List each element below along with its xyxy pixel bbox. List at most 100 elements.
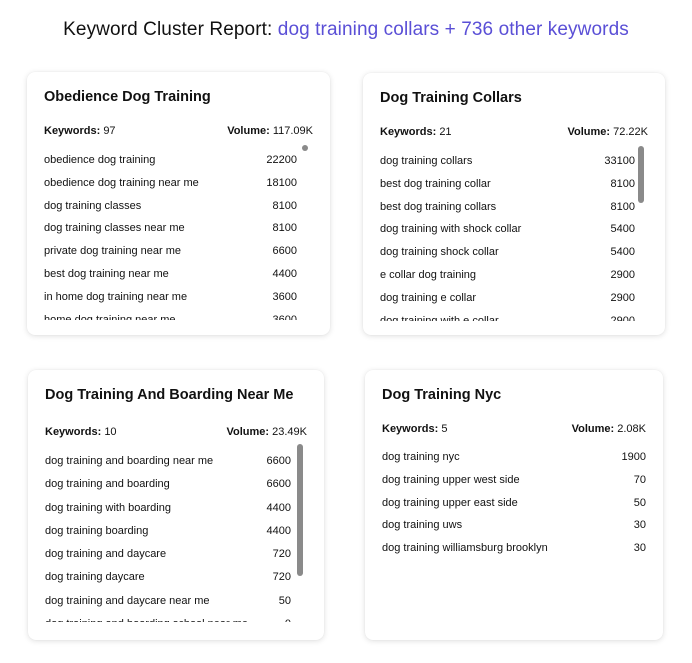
keywords-count: Keywords: 97 <box>44 125 116 137</box>
keyword-volume: 8100 <box>272 199 297 212</box>
keyword-text: dog training daycare <box>45 571 145 584</box>
cluster-stats: Keywords: 21 Volume: 72.22K <box>380 126 648 138</box>
keyword-text: e collar dog training <box>380 268 477 281</box>
keyword-row: dog training classes near me 8100 <box>44 217 297 240</box>
keywords-label: Keywords: <box>44 125 101 137</box>
volume-label: Volume: <box>227 125 270 137</box>
keyword-row: dog training and boarding 6600 <box>45 473 291 496</box>
volume-value: 117.09K <box>272 125 313 137</box>
keyword-row: dog training williamsburg brooklyn 30 <box>382 537 646 560</box>
cluster-stats: Keywords: 10 Volume: 23.49K <box>45 426 307 438</box>
keyword-volume: 720 <box>272 571 291 584</box>
keyword-list[interactable]: obedience dog training 22200 obedience dog… <box>44 149 297 320</box>
keyword-row: obedience dog training near me 18100 <box>44 172 297 195</box>
keyword-volume: 50 <box>633 496 646 509</box>
keyword-volume: 6600 <box>266 478 291 491</box>
keyword-text: best dog training collar <box>380 177 491 190</box>
keyword-volume: 8100 <box>610 200 635 213</box>
keyword-list[interactable]: dog training nyc 1900 dog training upper w… <box>382 446 646 566</box>
keyword-volume: 3600 <box>272 313 297 320</box>
keyword-row: best dog training collar 8100 <box>380 173 635 196</box>
keyword-text: best dog training near me <box>44 267 169 280</box>
volume-total: Volume: 23.49K <box>226 426 307 438</box>
volume-total: Volume: 72.22K <box>567 126 648 138</box>
keyword-row: dog training boarding 4400 <box>45 520 291 543</box>
keyword-text: home dog training near me <box>44 313 176 320</box>
keyword-text: obedience dog training <box>44 154 156 166</box>
cluster-card: Dog Training And Boarding Near Me Keywor… <box>28 370 324 640</box>
keyword-text: dog training classes <box>44 199 142 212</box>
keywords-label: Keywords: <box>380 126 437 138</box>
keyword-row: dog training with boarding 4400 <box>45 497 291 520</box>
keyword-row: dog training with shock collar 5400 <box>380 218 635 241</box>
keyword-text: dog training boarding <box>45 524 149 537</box>
keyword-row: dog training daycare 720 <box>45 566 291 589</box>
volume-label: Volume: <box>567 126 611 138</box>
keyword-row: private dog training near me 6600 <box>44 240 297 263</box>
keyword-volume: 6600 <box>272 245 297 258</box>
keyword-row: dog training with e collar 2900 <box>380 310 635 321</box>
volume-label: Volume: <box>571 423 615 435</box>
keyword-text: dog training collars <box>380 155 473 167</box>
keyword-text: dog training and boarding <box>45 478 170 491</box>
keyword-volume: 3600 <box>272 290 297 303</box>
keyword-row: dog training and boarding near me 6600 <box>45 450 291 473</box>
keyword-volume: 22200 <box>266 154 297 166</box>
keyword-volume: 4400 <box>266 501 291 514</box>
volume-total: Volume: 2.08K <box>572 423 646 435</box>
cluster-card: Obedience Dog Training Keywords: 97 Volu… <box>27 72 330 335</box>
keyword-volume: 30 <box>633 519 646 532</box>
report-title: Keyword Cluster Report: dog training col… <box>0 19 692 41</box>
keyword-volume: 2900 <box>610 268 635 281</box>
keyword-row: dog training and daycare near me 50 <box>45 590 291 613</box>
keyword-text: dog training upper east side <box>382 496 518 509</box>
cluster-title: Obedience Dog Training <box>44 89 211 105</box>
keyword-volume: 0 <box>285 613 291 622</box>
keywords-value: 97 <box>103 125 116 137</box>
keyword-text: dog training and boarding school near me <box>45 613 248 622</box>
keyword-row: dog training collars 33100 <box>380 150 635 173</box>
keyword-volume: 6600 <box>266 455 291 467</box>
keyword-row: dog training nyc 1900 <box>382 446 646 469</box>
keyword-volume: 2900 <box>610 291 635 304</box>
keyword-volume: 4400 <box>266 524 291 537</box>
keyword-row: best dog training near me 4400 <box>44 263 297 286</box>
keywords-count: Keywords: 10 <box>45 426 117 438</box>
volume-label: Volume: <box>226 426 270 438</box>
keywords-value: 10 <box>104 426 117 438</box>
cluster-card: Dog Training Nyc Keywords: 5 Volume: 2.0… <box>365 370 663 640</box>
keyword-volume: 5400 <box>610 223 635 236</box>
volume-value: 23.49K <box>272 426 307 438</box>
keywords-value: 21 <box>439 126 452 138</box>
keyword-volume: 70 <box>633 473 646 486</box>
keywords-count: Keywords: 21 <box>380 126 452 138</box>
keyword-text: dog training shock collar <box>380 246 499 259</box>
keywords-label: Keywords: <box>382 423 439 435</box>
cluster-title: Dog Training Collars <box>380 90 522 106</box>
keyword-row: dog training classes 8100 <box>44 195 297 218</box>
keyword-row: dog training uws 30 <box>382 514 646 537</box>
scrollbar-thumb[interactable] <box>638 146 644 203</box>
keyword-text: dog training with boarding <box>45 501 171 514</box>
keywords-value: 5 <box>441 423 448 435</box>
cluster-title: Dog Training And Boarding Near Me <box>45 387 294 403</box>
keyword-text: obedience dog training near me <box>44 176 199 189</box>
scrollbar-thumb[interactable] <box>302 145 308 151</box>
volume-value: 72.22K <box>613 126 648 138</box>
keyword-volume: 5400 <box>610 246 635 259</box>
keyword-list[interactable]: dog training collars 33100 best dog traini… <box>380 150 635 321</box>
keyword-volume: 50 <box>278 594 291 607</box>
keyword-text: dog training with shock collar <box>380 223 522 236</box>
keyword-row: dog training upper east side 50 <box>382 492 646 515</box>
keyword-text: dog training nyc <box>382 451 460 463</box>
keyword-volume: 30 <box>633 542 646 555</box>
keyword-row: home dog training near me 3600 <box>44 309 297 320</box>
keyword-text: dog training e collar <box>380 291 477 304</box>
keyword-row: dog training and daycare 720 <box>45 543 291 566</box>
scrollbar-thumb[interactable] <box>297 444 303 576</box>
keyword-volume: 2900 <box>610 314 635 321</box>
keyword-list[interactable]: dog training and boarding near me 6600 dog… <box>45 450 291 622</box>
keyword-volume: 33100 <box>604 155 635 167</box>
keyword-volume: 4400 <box>272 267 297 280</box>
keyword-text: dog training classes near me <box>44 222 185 235</box>
